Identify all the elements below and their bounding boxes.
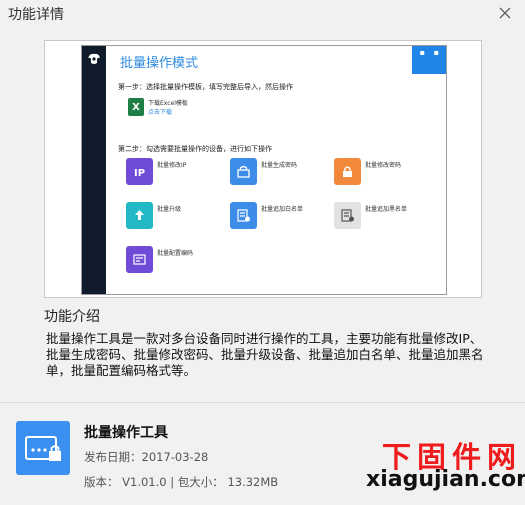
excel-download-link[interactable]: 点击下载 — [148, 107, 172, 116]
ip-icon: IP — [126, 158, 153, 185]
whitelist-icon — [230, 202, 257, 229]
intro-description: 批量操作工具是一款对多台设备同时进行操作的工具，主要功能有批量修改IP、批量生成… — [46, 331, 484, 378]
tool-icon — [16, 421, 70, 475]
title-bar: 功能详情 — [0, 0, 525, 30]
preview-sidebar — [82, 46, 106, 294]
lock-icon — [230, 158, 257, 185]
preview-header: 批量操作模式 — [106, 46, 446, 76]
excel-icon: X — [128, 98, 144, 116]
preview-window-controls: ▪ ▪ — [412, 46, 446, 74]
excel-template-label: 下载Excel模板 — [148, 100, 188, 107]
tile-label: 批量升级 — [157, 206, 182, 213]
version-and-size: 版本： V1.01.0 | 包大小： 13.32MB — [84, 475, 279, 489]
tool-name: 批量操作工具 — [84, 425, 168, 441]
tile-batch-generate-password[interactable]: 批量生成密码 — [230, 158, 328, 186]
preview-step-one: 第一步：选择批量操作模板，填写完整后导入，然后操作 — [118, 83, 293, 91]
release-date: 发布日期：2017-03-28 — [84, 450, 209, 464]
blacklist-icon — [334, 202, 361, 229]
preview-step-two: 第二步：勾选需要批量操作的设备，进行如下操作 — [118, 145, 272, 153]
device-lock-icon — [25, 436, 61, 461]
svg-text:IP: IP — [134, 168, 145, 179]
screenshot-preview[interactable]: 批量操作模式 ▪ ▪ 第一步：选择批量操作模板，填写完整后导入，然后操作 X 下… — [81, 45, 447, 295]
intro-heading: 功能介绍 — [44, 309, 100, 325]
tile-label: 批量追加白名单 — [261, 206, 304, 213]
tile-label: 批量生成密码 — [261, 162, 298, 169]
close-button[interactable] — [495, 2, 515, 24]
screenshot-preview-frame: 批量操作模式 ▪ ▪ 第一步：选择批量操作模板，填写完整后导入，然后操作 X 下… — [44, 40, 482, 298]
config-icon — [126, 246, 153, 273]
tile-batch-whitelist[interactable]: 批量追加白名单 — [230, 202, 328, 230]
padlock-icon — [334, 158, 361, 185]
close-icon — [499, 7, 511, 19]
tile-batch-ip[interactable]: IP 批量修改IP — [126, 158, 224, 186]
preview-title: 批量操作模式 — [120, 56, 199, 71]
tile-label: 批量追加黑名单 — [365, 206, 408, 213]
tile-batch-change-password[interactable]: 批量修改密码 — [334, 158, 432, 186]
tile-label: 批量配置编码 — [157, 250, 194, 257]
watermark-domain: xiagujian.com — [366, 467, 525, 492]
app-logo-icon — [88, 53, 100, 64]
tile-label: 批量修改IP — [157, 162, 187, 169]
divider — [0, 402, 525, 403]
tile-batch-upgrade[interactable]: 批量升级 — [126, 202, 224, 230]
tile-batch-config[interactable]: 批量配置编码 — [126, 246, 224, 274]
upload-icon — [126, 202, 153, 229]
tile-label: 批量修改密码 — [365, 162, 402, 169]
tile-batch-blacklist[interactable]: 批量追加黑名单 — [334, 202, 432, 230]
window-title: 功能详情 — [8, 7, 64, 23]
